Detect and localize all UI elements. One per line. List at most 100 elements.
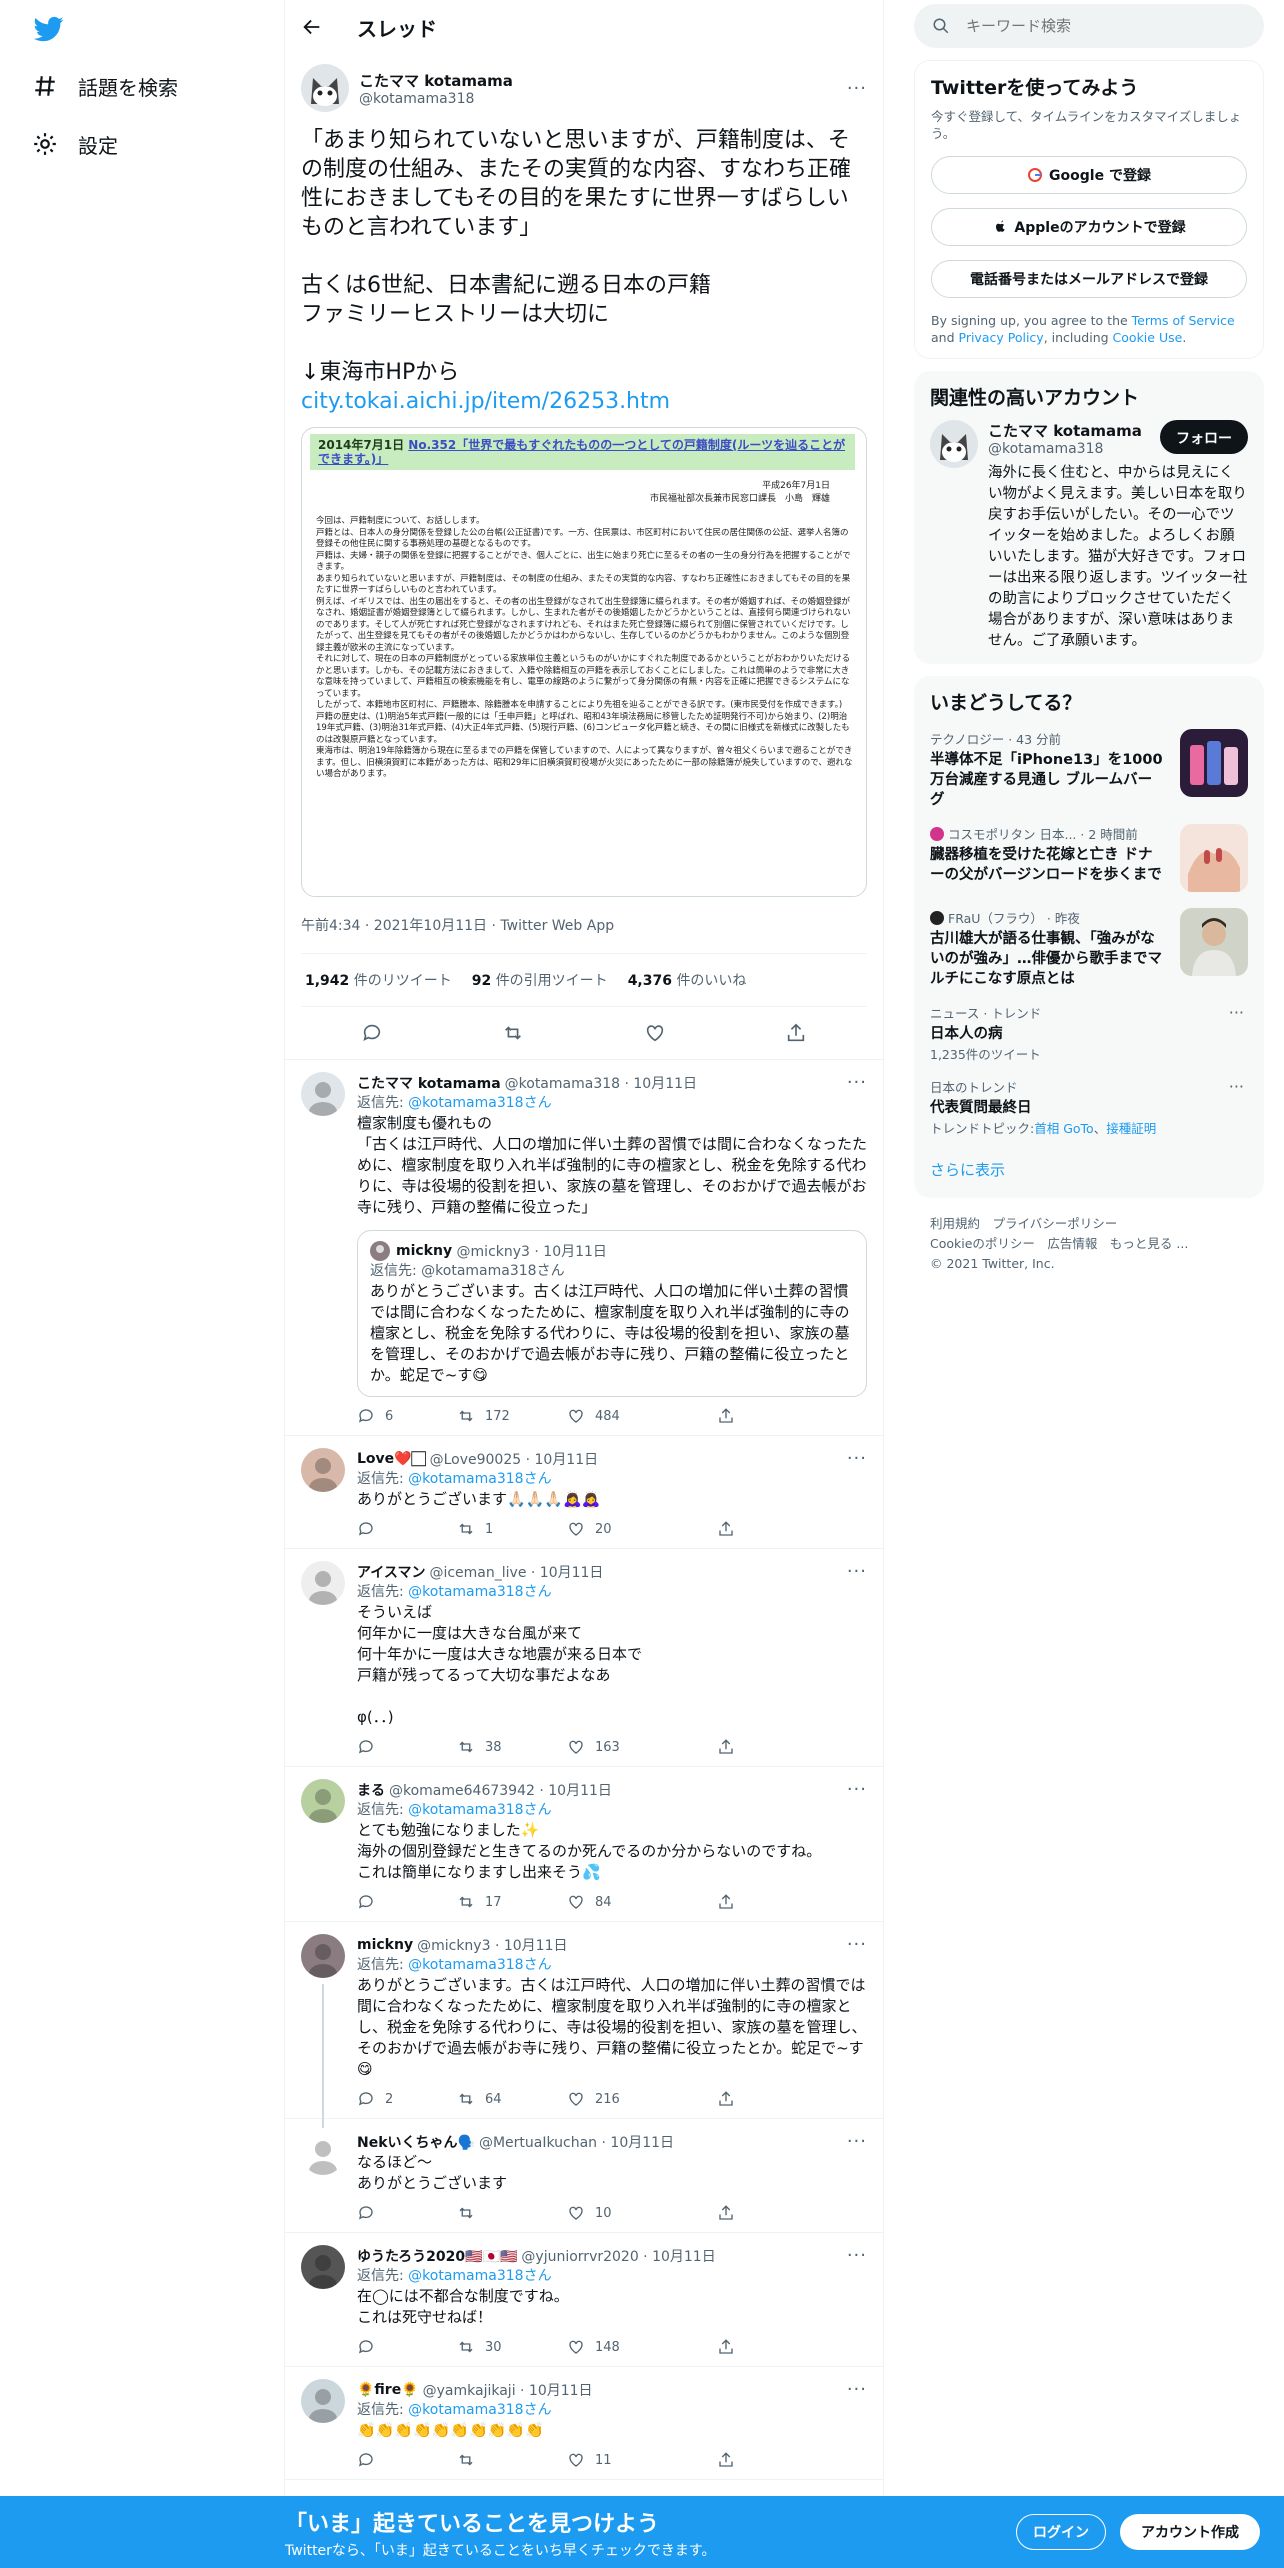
like-icon[interactable] — [567, 1893, 585, 1911]
share-icon[interactable] — [717, 1893, 735, 1911]
reply-icon[interactable] — [357, 1520, 375, 1538]
back-arrow-icon[interactable] — [301, 16, 323, 38]
reply-to-link[interactable]: @kotamama318さん — [408, 1957, 551, 1973]
share-icon[interactable] — [717, 1520, 735, 1538]
more-icon[interactable]: ··· — [847, 1072, 867, 1093]
trend-topic-link[interactable]: 接種証明 — [1106, 1118, 1156, 1137]
like-icon[interactable] — [567, 2090, 585, 2108]
retweet-icon[interactable] — [457, 2451, 475, 2469]
avatar[interactable] — [301, 1779, 345, 1823]
reply-to-link[interactable]: @kotamama318さん — [408, 2268, 551, 2284]
reply-icon[interactable] — [357, 1407, 375, 1425]
avatar[interactable] — [301, 1448, 345, 1492]
reply-icon[interactable] — [357, 2204, 375, 2222]
reply-author-meta[interactable]: @mickny3 · 10月11日 — [417, 1935, 567, 1955]
share-icon[interactable] — [717, 1738, 735, 1756]
more-icon[interactable]: ··· — [847, 1561, 867, 1582]
avatar[interactable] — [301, 1561, 345, 1605]
more-icon[interactable]: ··· — [847, 2379, 867, 2400]
trend-item[interactable]: 日本のトレンド 代表質問最終日 トレンドトピック: 首相 GoTo、接種証明 ·… — [930, 1077, 1248, 1137]
avatar[interactable] — [930, 420, 978, 468]
trend-item[interactable]: FRaU（フラウ） · 昨夜 古川雄大が語る仕事観、「強みがないのが強み」…俳優… — [930, 908, 1248, 989]
related-handle[interactable]: @kotamama318 — [988, 441, 1142, 457]
trend-item[interactable]: テクノロジー · 43 分前 半導体不足「iPhone13」を1000万台減産す… — [930, 729, 1248, 810]
reply-author-meta[interactable]: @kotamama318 · 10月11日 — [505, 1073, 697, 1093]
reply-to-link[interactable]: @kotamama318さん — [408, 1095, 551, 1111]
retweet-icon[interactable] — [457, 1407, 475, 1425]
retweet-icon[interactable] — [457, 1738, 475, 1756]
more-icon[interactable]: ··· — [847, 1448, 867, 1469]
reply-author-meta[interactable]: @Love90025 · 10月11日 — [430, 1449, 599, 1469]
tweet-link[interactable]: city.tokai.aichi.jp/item/26253.htm — [301, 387, 867, 417]
related-account[interactable]: こたママ kotamama @kotamama318 フォロー 海外に長く住むと… — [930, 420, 1248, 652]
trend-item[interactable]: ニュース · トレンド 日本人の病 1,235件のツイート ··· — [930, 1003, 1248, 1063]
more-icon[interactable]: ··· — [847, 78, 867, 99]
login-button[interactable]: ログイン — [1016, 2514, 1106, 2550]
share-icon[interactable] — [717, 2204, 735, 2222]
retweet-icon[interactable] — [457, 1893, 475, 1911]
reply-to-link[interactable]: @kotamama318さん — [408, 1802, 551, 1818]
reply-author-name[interactable]: まる — [357, 1780, 385, 1800]
signup-button[interactable]: アカウント作成 — [1120, 2514, 1260, 2550]
reply-tweet[interactable]: ゆうたろう2020🇺🇸🇯🇵🇺🇸 @yjuniorrvr2020 · 10月11日… — [285, 2233, 883, 2367]
reply-icon[interactable] — [357, 1738, 375, 1756]
reply-author-name[interactable]: 🌻fire🌻 — [357, 2382, 419, 2398]
author-handle[interactable]: @kotamama318 — [359, 91, 847, 107]
footer-line[interactable]: 利用規約 プライバシーポリシー — [930, 1214, 1264, 1234]
like-icon[interactable] — [567, 2204, 585, 2222]
trend-topic-link[interactable]: 首相 GoTo — [1034, 1118, 1093, 1137]
follow-button[interactable]: フォロー — [1160, 420, 1248, 454]
more-icon[interactable]: ··· — [1229, 1077, 1244, 1096]
reply-author-meta[interactable]: @iceman_live · 10月11日 — [429, 1562, 603, 1582]
reply-author-name[interactable]: ゆうたろう2020🇺🇸🇯🇵🇺🇸 — [357, 2246, 517, 2266]
reply-author-name[interactable]: アイスマン — [357, 1562, 425, 1582]
like-count[interactable]: 4,376 件のいいね — [628, 970, 747, 990]
more-icon[interactable]: ··· — [847, 2245, 867, 2266]
avatar[interactable] — [301, 1072, 345, 1116]
twitter-logo-icon[interactable] — [34, 14, 64, 44]
trend-item[interactable]: コスモポリタン 日本... · 2 時間前 臓器移植を受けた花嫁と亡き ドナーの… — [930, 824, 1248, 894]
reply-author-name[interactable]: Love❤️🏻 — [357, 1451, 426, 1467]
attached-image[interactable]: 2014年7月1日 No.352「世界で最もすぐれたものの一つとしての戸籍制度(… — [301, 427, 867, 897]
reply-tweet[interactable]: mickny @mickny3 · 10月11日 ··· 返信先: @kotam… — [285, 1922, 883, 2128]
reply-author-meta[interactable]: @yjuniorrvr2020 · 10月11日 — [521, 2246, 715, 2266]
reply-icon[interactable] — [357, 1893, 375, 1911]
retweet-count[interactable]: 1,942 件のリツイート — [305, 970, 452, 990]
avatar[interactable] — [301, 1934, 345, 1978]
like-icon[interactable] — [644, 1022, 666, 1044]
share-icon[interactable] — [717, 2451, 735, 2469]
nav-explore[interactable]: 話題を検索 — [32, 66, 178, 106]
retweet-icon[interactable] — [457, 2338, 475, 2356]
share-icon[interactable] — [717, 1407, 735, 1425]
quote-count[interactable]: 92 件の引用ツイート — [472, 970, 608, 990]
share-icon[interactable] — [717, 2090, 735, 2108]
footer-line[interactable]: Cookieのポリシー 広告情報 もっと見る ... — [930, 1234, 1264, 1254]
search-input[interactable] — [966, 17, 1226, 35]
reply-icon[interactable] — [357, 2090, 375, 2108]
reply-icon[interactable] — [357, 2451, 375, 2469]
retweet-icon[interactable] — [502, 1022, 524, 1044]
reply-author-name[interactable]: こたママ kotamama — [357, 1073, 501, 1093]
share-icon[interactable] — [717, 2338, 735, 2356]
reply-author-meta[interactable]: @yamkajikaji · 10月11日 — [423, 2380, 593, 2400]
apple-signup-button[interactable]: Appleのアカウントで登録 — [931, 208, 1247, 246]
retweet-icon[interactable] — [457, 1520, 475, 1538]
quoted-tweet[interactable]: mickny @mickny3 · 10月11日 返信先: @kotamama3… — [357, 1230, 867, 1397]
tweet-timestamp[interactable]: 午前4:34 · 2021年10月11日 · Twitter Web App — [301, 915, 867, 954]
reply-icon[interactable] — [357, 2338, 375, 2356]
more-icon[interactable]: ··· — [1229, 1003, 1244, 1022]
phone-signup-button[interactable]: 電話番号またはメールアドレスで登録 — [931, 260, 1247, 298]
retweet-icon[interactable] — [457, 2204, 475, 2222]
like-icon[interactable] — [567, 1738, 585, 1756]
reply-author-name[interactable]: mickny — [357, 1937, 413, 1953]
like-icon[interactable] — [567, 1520, 585, 1538]
terms-link[interactable]: Terms of Service — [1132, 313, 1235, 328]
privacy-link[interactable]: Privacy Policy — [959, 330, 1044, 345]
more-icon[interactable]: ··· — [847, 1934, 867, 1955]
retweet-icon[interactable] — [457, 2090, 475, 2108]
like-icon[interactable] — [567, 2451, 585, 2469]
author-name[interactable]: こたママ kotamama — [359, 70, 847, 91]
reply-tweet[interactable]: Love❤️🏻 @Love90025 · 10月11日 ··· 返信先: @ko… — [285, 1436, 883, 1549]
reply-to-link[interactable]: @kotamama318さん — [408, 1584, 551, 1600]
google-signup-button[interactable]: Google で登録 — [931, 156, 1247, 194]
